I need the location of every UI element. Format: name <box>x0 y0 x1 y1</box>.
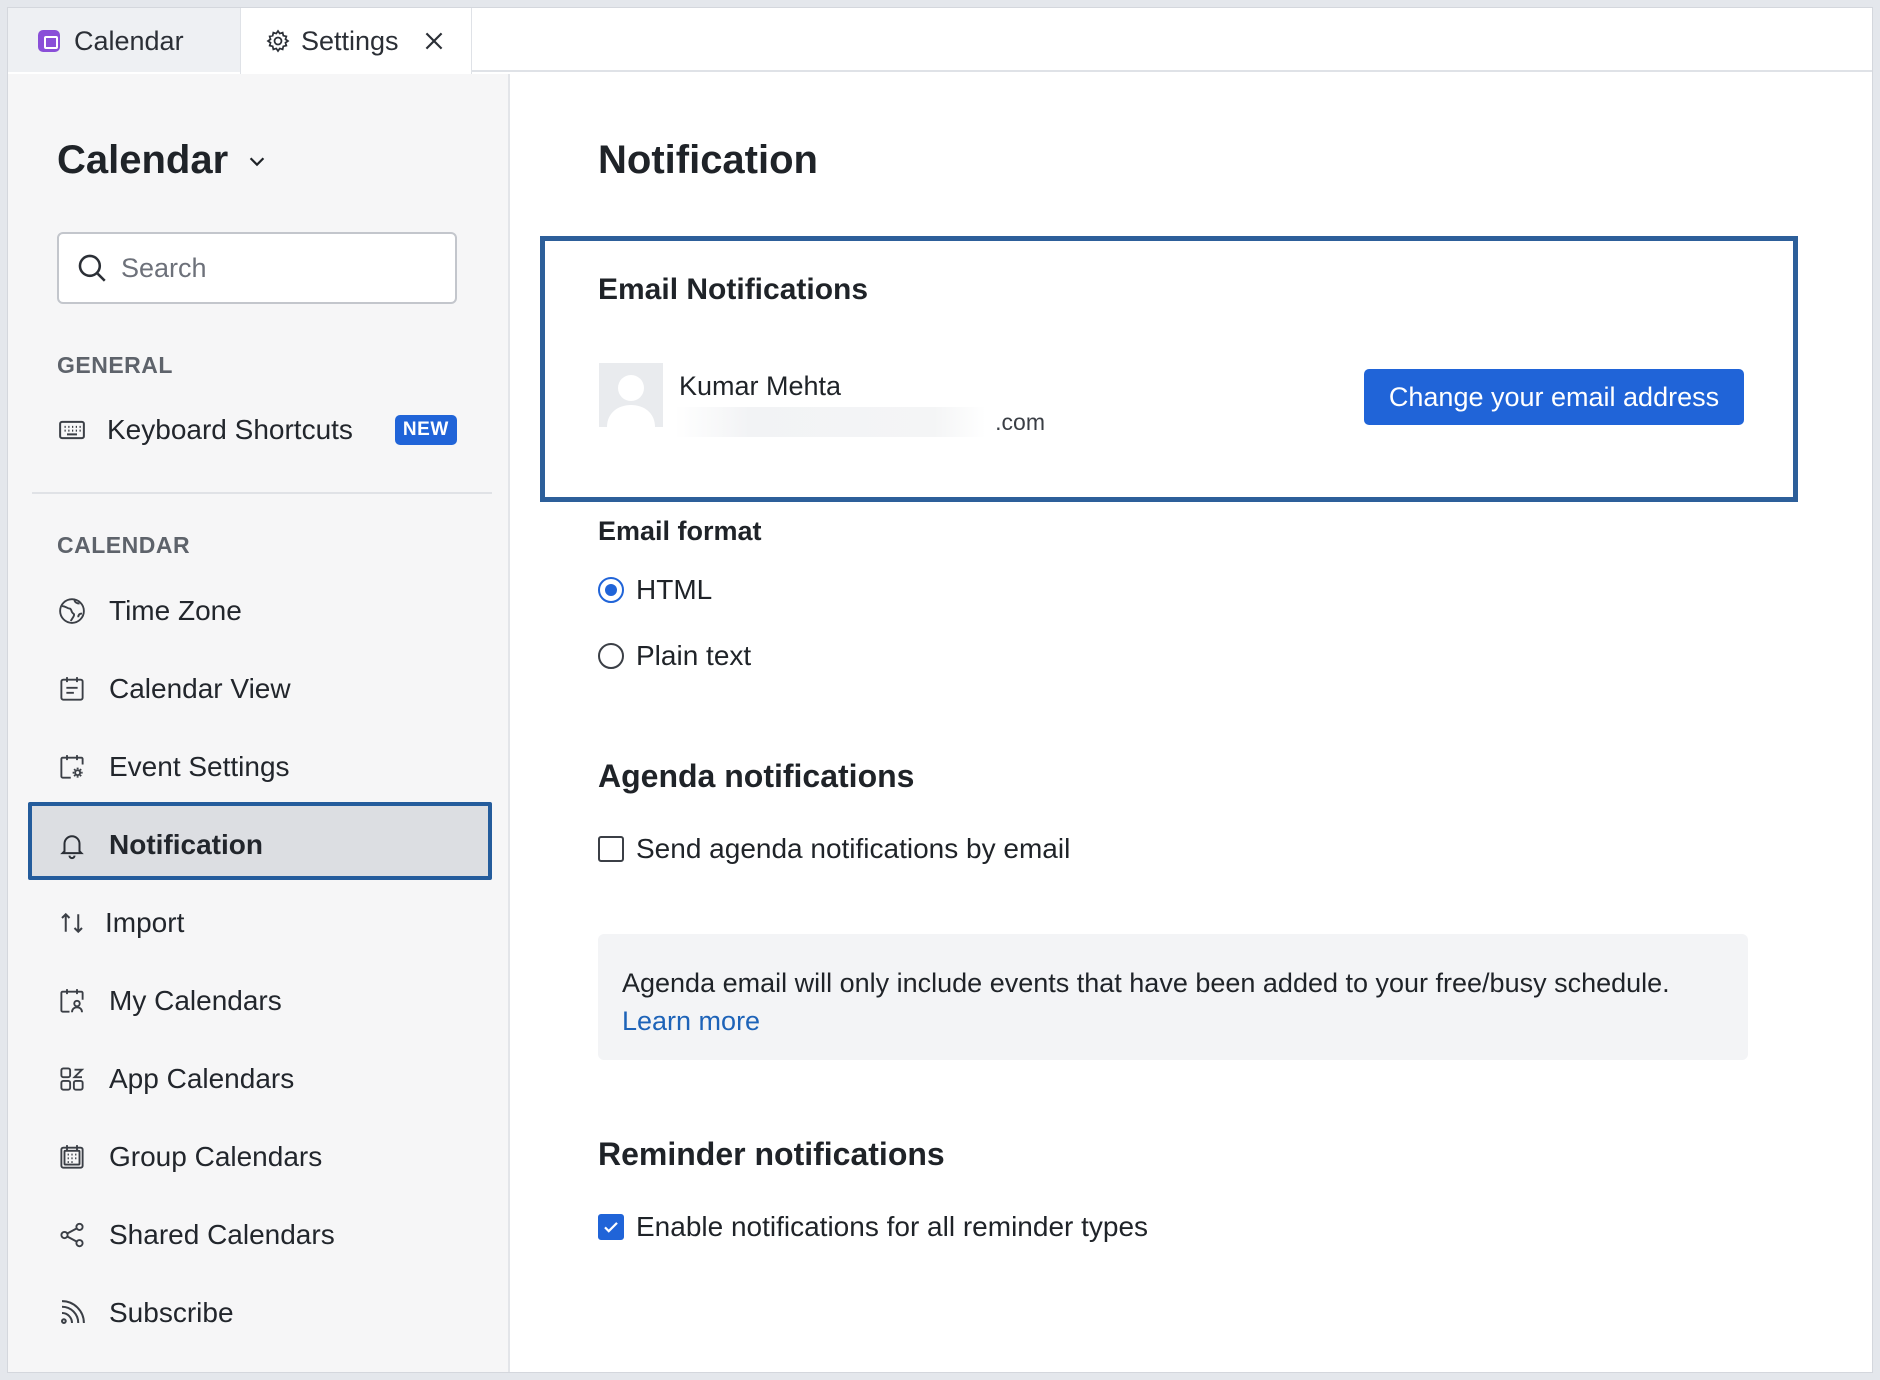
agenda-info-text: Agenda email will only include events th… <box>622 968 1670 998</box>
agenda-email-option[interactable]: Send agenda notifications by email <box>598 833 1070 865</box>
user-email: .com <box>675 407 1045 437</box>
sidebar-item-my-calendars[interactable]: My Calendars <box>57 972 477 1030</box>
tab-settings[interactable]: Settings <box>240 8 472 74</box>
change-email-button[interactable]: Change your email address <box>1364 369 1744 425</box>
email-notifications-heading: Email Notifications <box>598 273 869 306</box>
close-icon[interactable] <box>421 28 447 54</box>
rss-icon <box>61 1300 85 1324</box>
search-icon <box>78 254 106 282</box>
sidebar-item-label: My Calendars <box>109 985 282 1016</box>
bell-icon <box>60 835 84 860</box>
reminder-notifications-heading: Reminder notifications <box>598 1136 945 1172</box>
calendar-switcher[interactable]: Calendar <box>57 138 268 183</box>
sidebar-item-app-calendars[interactable]: App Calendars <box>57 1050 477 1108</box>
apps-grid-icon <box>60 1067 85 1091</box>
import-arrows-icon <box>61 912 83 934</box>
sidebar-item-label: Calendar View <box>109 673 291 704</box>
agenda-info-box: Agenda email will only include events th… <box>598 934 1748 1060</box>
keyboard-icon <box>59 420 85 440</box>
sidebar-title: Calendar <box>57 138 229 182</box>
chevron-down-icon <box>249 156 265 166</box>
sidebar-item-label: Import <box>105 907 185 938</box>
calendar-section-heading: CALENDAR <box>57 532 191 558</box>
tab-settings-label: Settings <box>301 25 399 56</box>
plain-text-radio[interactable] <box>598 643 624 669</box>
my-calendars-icon <box>60 989 84 1013</box>
user-placeholder-icon <box>599 363 663 427</box>
sidebar-item-label: Shared Calendars <box>109 1219 335 1250</box>
settings-sidebar: Calendar GENERAL Keyboard Shortcuts NEW … <box>8 74 510 1372</box>
reminder-checkbox-label: Enable notifications for all reminder ty… <box>636 1211 1149 1242</box>
sidebar-item-group-calendars[interactable]: Group Calendars <box>57 1128 477 1186</box>
share-icon <box>60 1222 84 1248</box>
reminder-option[interactable]: Enable notifications for all reminder ty… <box>598 1211 1148 1243</box>
agenda-email-checkbox[interactable] <box>598 836 624 862</box>
globe-icon <box>59 598 85 624</box>
sidebar-item-label: Keyboard Shortcuts <box>107 414 353 445</box>
plain-text-radio-label: Plain text <box>636 640 752 671</box>
search-input[interactable] <box>121 252 421 284</box>
email-notifications-card: Email Notifications Kumar Mehta .com Cha… <box>540 236 1798 502</box>
general-section-heading: GENERAL <box>57 352 173 378</box>
sidebar-item-label: Group Calendars <box>109 1141 323 1172</box>
sidebar-item-import[interactable]: Import <box>57 894 477 952</box>
page-title: Notification <box>598 138 818 182</box>
email-format-plain-option[interactable]: Plain text <box>598 640 751 672</box>
sidebar-item-subscribe[interactable]: Subscribe <box>57 1284 477 1342</box>
sidebar-item-label: Time Zone <box>109 595 242 626</box>
agenda-notifications-heading: Agenda notifications <box>598 758 915 794</box>
settings-content: Notification Email Notifications Kumar M… <box>512 74 1872 1372</box>
reminder-checkbox[interactable] <box>598 1214 624 1240</box>
sidebar-item-label: Subscribe <box>109 1297 234 1328</box>
sidebar-divider <box>32 492 492 494</box>
html-radio[interactable] <box>598 577 624 603</box>
calendar-app-icon <box>38 30 60 52</box>
app-window: Calendar Settings Calendar GENERAL <box>7 7 1873 1373</box>
sidebar-item-label: Event Settings <box>109 751 290 782</box>
sidebar-item-label: Notification <box>109 829 263 860</box>
gear-icon <box>266 29 290 53</box>
search-box[interactable] <box>57 232 457 304</box>
event-settings-icon <box>60 755 84 779</box>
tab-bar: Calendar Settings <box>8 8 1872 74</box>
sidebar-item-notification[interactable]: Notification <box>57 816 477 874</box>
sidebar-item-label: App Calendars <box>109 1063 295 1094</box>
user-name: Kumar Mehta <box>679 371 842 401</box>
email-domain-suffix: .com <box>995 408 1045 435</box>
sidebar-item-event-settings[interactable]: Event Settings <box>57 738 477 796</box>
html-radio-label: HTML <box>636 574 713 605</box>
calendar-view-icon <box>60 677 84 701</box>
sidebar-item-calendar-view[interactable]: Calendar View <box>57 660 477 718</box>
tab-calendar-label: Calendar <box>74 25 184 56</box>
agenda-email-checkbox-label: Send agenda notifications by email <box>636 833 1071 864</box>
avatar <box>599 363 663 427</box>
email-format-html-option[interactable]: HTML <box>598 574 712 606</box>
group-calendar-icon <box>60 1145 84 1169</box>
email-format-label: Email format <box>598 516 762 546</box>
sidebar-item-keyboard-shortcuts[interactable]: Keyboard Shortcuts NEW <box>57 401 477 459</box>
sidebar-item-shared-calendars[interactable]: Shared Calendars <box>57 1206 477 1264</box>
tab-calendar[interactable]: Calendar <box>28 8 240 74</box>
learn-more-link[interactable]: Learn more <box>622 1002 1724 1040</box>
checkmark-icon <box>604 1222 618 1233</box>
sidebar-item-time-zone[interactable]: Time Zone <box>57 582 477 640</box>
new-badge: NEW <box>394 415 457 445</box>
